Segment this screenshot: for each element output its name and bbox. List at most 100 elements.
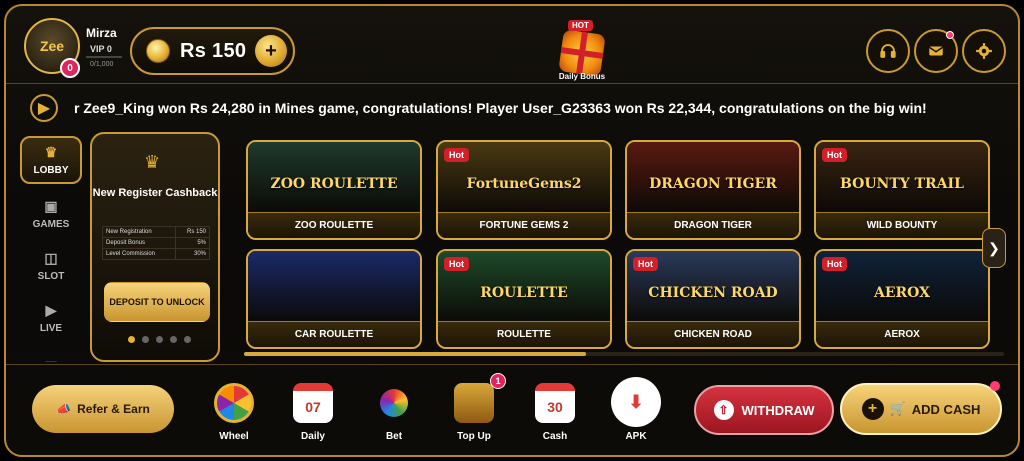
nav-wheel[interactable]: Wheel [204, 379, 264, 449]
nav-label: Top Up [457, 431, 491, 442]
nav-daily[interactable]: 07 Daily [283, 379, 343, 449]
hot-badge: Hot [822, 257, 847, 271]
calendar-icon: ▤ [44, 358, 57, 363]
balance-pill: Rs 150 + [130, 27, 295, 75]
promo-table: New Registration Rs 150 Deposit Bonus 5% L… [101, 226, 210, 260]
sidebar-item-live[interactable]: ▶ LIVE [20, 294, 82, 342]
sidebar-item-label: SLOT [37, 271, 65, 282]
game-card[interactable]: BOUNTY TRAIL Hot WILD BOUNTY [814, 140, 990, 240]
table-row: New Registration Rs 150 [101, 226, 210, 238]
speaker-icon: ▶ [30, 94, 58, 122]
promo-title: New Register Cashback [92, 187, 218, 199]
game-card[interactable]: CHICKEN ROAD Hot CHICKEN ROAD [625, 249, 801, 349]
cart-icon: 🛒 [889, 401, 906, 416]
carousel-dot[interactable] [142, 336, 149, 343]
crown-icon: ♛ [144, 152, 161, 172]
notification-badge: 0 [60, 58, 80, 78]
table-row: Deposit Bonus 5% [101, 237, 210, 249]
sidebar-item-more[interactable]: ▤ [20, 344, 82, 363]
add-cash-button[interactable]: + 🛒 ADD CASH [840, 383, 1002, 435]
bottom-bar: 📣 Refer & Earn Wheel 07 Daily Bet Top Up… [6, 364, 1018, 455]
chest-icon [454, 383, 494, 423]
hot-badge: HOT [568, 20, 593, 31]
game-card[interactable]: DRAGON TIGER DRAGON TIGER [625, 140, 801, 240]
game-name: ZOO ROULETTE [248, 212, 420, 238]
game-logo: ZOO ROULETTE [270, 176, 398, 192]
sidebar-item-label: LIVE [39, 323, 63, 334]
support-button[interactable] [866, 29, 910, 73]
withdraw-button[interactable]: ⇧ WITHDRAW [694, 385, 834, 435]
scrollbar-thumb[interactable] [244, 352, 586, 356]
game-card[interactable]: ROULETTE Hot ROULETTE [436, 249, 612, 349]
deposit-to-unlock-button[interactable]: DEPOSIT TO UNLOCK [104, 282, 210, 322]
game-thumbnail: DRAGON TIGER [627, 142, 799, 214]
game-logo: FortuneGems2 [466, 176, 582, 192]
game-logo: BOUNTY TRAIL [840, 176, 964, 192]
top-up-badge: 1 [490, 373, 506, 389]
nav-label: Wheel [219, 431, 249, 442]
carousel-dots [128, 336, 191, 343]
slot-icon: ◫ [44, 250, 58, 266]
game-scrollbar[interactable] [244, 352, 1004, 356]
carousel-dot[interactable] [170, 336, 177, 343]
download-icon: ⬇ [611, 377, 661, 427]
game-card[interactable]: AEROX Hot AEROX [814, 249, 990, 349]
nav-label: APK [625, 431, 647, 442]
daily-bonus-label: Daily Bonus [558, 72, 606, 81]
promo-row-key: Level Commission [101, 248, 177, 260]
hot-badge: Hot [444, 148, 469, 162]
sidebar-item-lobby[interactable]: ♛ LOBBY [20, 136, 82, 184]
daily-bonus-button[interactable]: HOT Daily Bonus [552, 18, 612, 82]
hot-badge: Hot [822, 148, 847, 162]
chevron-right-icon[interactable]: ❯ [982, 228, 1006, 268]
promo-row-key: New Registration [101, 226, 177, 238]
game-thumbnail: ZOO ROULETTE [248, 142, 420, 214]
mail-unread-dot [946, 31, 954, 39]
announcement-ticker: ▶ r Zee9_King won Rs 24,280 in Mines gam… [6, 85, 1018, 131]
coin-icon [146, 39, 170, 63]
arrow-up-icon: ⇧ [713, 400, 734, 420]
app-frame: Zee 0 Mirza VIP 0 0/1,000 Rs 150 + HOT D… [4, 4, 1020, 457]
header: Zee 0 Mirza VIP 0 0/1,000 Rs 150 + HOT D… [6, 6, 1018, 84]
game-card[interactable]: FortuneGems2 Hot FORTUNE GEMS 2 [436, 140, 612, 240]
nav-cash[interactable]: 30 Cash [525, 379, 585, 449]
sidebar-item-slot[interactable]: ◫ SLOT [20, 242, 82, 290]
game-name: DRAGON TIGER [627, 212, 799, 238]
wheel-icon [214, 383, 254, 423]
nav-top-up[interactable]: Top Up [444, 379, 504, 449]
game-name: CHICKEN ROAD [627, 321, 799, 347]
nav-bet[interactable]: Bet [364, 379, 424, 449]
carousel-dot[interactable] [128, 336, 135, 343]
refer-earn-label: Refer & Earn [77, 402, 150, 416]
promo-row-key: Deposit Bonus [101, 237, 177, 249]
carousel-dot[interactable] [184, 336, 191, 343]
crown-icon: ♛ [44, 144, 58, 160]
hot-badge: Hot [633, 257, 658, 271]
gamepad-icon: ▣ [44, 198, 58, 214]
sidebar-item-label: GAMES [32, 219, 70, 230]
add-balance-button[interactable]: + [255, 35, 287, 67]
calendar-icon: 07 [293, 383, 333, 423]
nav-apk[interactable]: ⬇ APK [606, 377, 666, 449]
mail-button[interactable] [914, 29, 958, 73]
game-logo: CHICKEN ROAD [648, 285, 778, 301]
cashback-promo-card[interactable]: ♛ New Register Cashback New Registration… [90, 132, 220, 362]
sidebar-item-games[interactable]: ▣ GAMES [20, 190, 82, 238]
game-name: WILD BOUNTY [816, 212, 988, 238]
game-card[interactable]: ZOO ROULETTE ZOO ROULETTE [246, 140, 422, 240]
vip-progress-bar [86, 56, 122, 58]
settings-button[interactable] [962, 29, 1006, 73]
username: Mirza [86, 26, 117, 40]
game-logo: DRAGON TIGER [649, 176, 777, 192]
game-card[interactable]: CAR ROULETTE [246, 249, 422, 349]
game-name: CAR ROULETTE [248, 321, 420, 347]
add-cash-label: ADD CASH [911, 401, 981, 417]
carousel-dot[interactable] [156, 336, 163, 343]
sidebar-item-label: LOBBY [33, 165, 69, 176]
promo-row-value: 5% [175, 237, 210, 249]
game-name: FORTUNE GEMS 2 [438, 212, 610, 238]
nav-label: Daily [301, 431, 325, 442]
withdraw-label: WITHDRAW [741, 402, 815, 418]
refer-earn-button[interactable]: 📣 Refer & Earn [32, 385, 174, 433]
nav-label: Bet [385, 431, 403, 442]
